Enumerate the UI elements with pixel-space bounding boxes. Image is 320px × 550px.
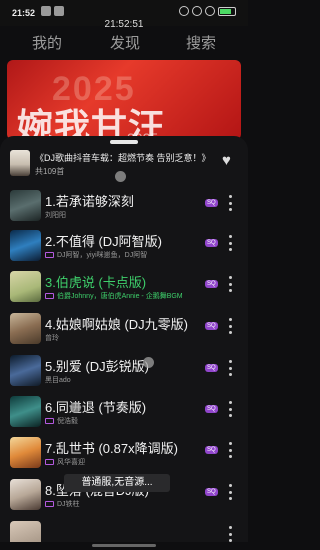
song-row-playing[interactable]: 3.伯虎说 (卡点版) 伯爵Johnny，唐伯虎Annie - 企鹅舞BGM S… <box>0 265 248 305</box>
more-icon[interactable] <box>228 318 232 334</box>
song-title: 6.同进退 (节奏版) <box>45 400 147 415</box>
song-artist: 伯爵Johnny，唐伯虎Annie - 企鹅舞BGM <box>45 291 183 301</box>
song-artist: 曾玲 <box>45 335 59 342</box>
more-icon[interactable] <box>228 401 232 417</box>
song-artist: DJ阿智，yiyi咪崽鱼，DJ阿智 <box>45 250 147 260</box>
song-artist: 刘阳阳 <box>45 212 66 219</box>
quality-badge: SQ <box>205 446 218 454</box>
song-cover <box>10 437 41 468</box>
mv-tag-icon <box>45 501 54 507</box>
wifi-icon <box>205 6 215 16</box>
song-cover <box>10 396 41 427</box>
song-artist: DJ铁柱 <box>45 499 80 509</box>
quality-badge: SQ <box>205 405 218 413</box>
more-icon[interactable] <box>228 235 232 251</box>
more-icon[interactable] <box>228 442 232 458</box>
toast-message: 普通服,无音源... <box>64 474 170 492</box>
more-icon[interactable] <box>228 526 232 542</box>
quality-badge: SQ <box>205 364 218 372</box>
signal-icon <box>192 6 202 16</box>
top-tabs: 我的 发现 搜索 <box>0 32 248 54</box>
home-indicator[interactable] <box>92 544 156 547</box>
notification-icon <box>41 6 51 16</box>
more-icon[interactable] <box>228 360 232 376</box>
tab-discover[interactable]: 发现 <box>110 32 140 53</box>
banner-image[interactable]: 2025 婉我甘汪 2025 <box>7 60 241 140</box>
playlist-title: 《DJ歌曲抖音车载：超燃节奏 告别乏意！》 <box>35 153 211 163</box>
quality-badge: SQ <box>205 199 218 207</box>
song-cover <box>10 190 41 221</box>
more-icon[interactable] <box>228 276 232 292</box>
playlist-cover <box>10 150 30 176</box>
song-artist: 黑目ado <box>45 377 71 384</box>
song-row[interactable]: 5.别爱 (DJ彭锐版) 黑目ado SQ <box>0 349 248 389</box>
song-cover <box>10 230 41 261</box>
touch-indicator <box>115 171 126 182</box>
status-bar: 21:52 21:52:51 <box>0 0 248 30</box>
tab-search[interactable]: 搜索 <box>186 32 216 53</box>
song-row[interactable]: 1.若承诺够深刻 刘阳阳 SQ <box>0 184 248 224</box>
alarm-icon <box>179 6 189 16</box>
sheet-drag-handle[interactable] <box>110 140 138 144</box>
tab-mine[interactable]: 我的 <box>32 32 62 53</box>
song-title: 4.姑娘啊姑娘 (DJ九零版) <box>45 317 189 332</box>
song-artist: 倪浩毅 <box>45 416 78 426</box>
quality-badge: SQ <box>205 322 218 330</box>
touch-indicator <box>70 402 81 413</box>
song-cover <box>10 271 41 302</box>
song-title: 5.别爱 (DJ彭锐版) <box>45 359 150 374</box>
playlist-count: 共109首 <box>35 167 65 176</box>
gesture-bar <box>0 542 248 550</box>
song-title: 2.不值得 (DJ阿智版) <box>45 234 163 249</box>
touch-indicator <box>143 357 154 368</box>
song-cover <box>10 479 41 510</box>
song-title: 1.若承诺够深刻 <box>45 194 134 209</box>
song-cover <box>10 355 41 386</box>
mv-tag-icon <box>45 418 54 424</box>
song-row[interactable]: 6.同进退 (节奏版) 倪浩毅 SQ <box>0 390 248 430</box>
status-right-icons <box>179 6 236 16</box>
mv-tag-icon <box>45 252 54 258</box>
song-cover <box>10 313 41 344</box>
status-time: 21:52 <box>12 8 36 18</box>
battery-icon <box>218 6 236 16</box>
song-artist: 风华喜迎 <box>45 457 85 467</box>
song-row[interactable]: 7.乱世书 (0.87x降调版) 风华喜迎 SQ <box>0 431 248 471</box>
quality-badge: SQ <box>205 280 218 288</box>
song-title: 3.伯虎说 (卡点版) <box>45 275 147 290</box>
app-icon <box>54 6 64 16</box>
song-row[interactable]: 4.姑娘啊姑娘 (DJ九零版) 曾玲 SQ <box>0 307 248 347</box>
more-icon[interactable] <box>228 195 232 211</box>
song-title: 7.乱世书 (0.87x降调版) <box>45 441 178 456</box>
status-left-icons <box>41 6 64 16</box>
mv-tag-icon <box>45 293 54 299</box>
heart-icon[interactable]: ♥ <box>222 153 236 168</box>
more-icon[interactable] <box>228 484 232 500</box>
quality-badge: SQ <box>205 239 218 247</box>
mv-tag-icon <box>45 459 54 465</box>
song-row[interactable]: 2.不值得 (DJ阿智版) DJ阿智，yiyi咪崽鱼，DJ阿智 SQ <box>0 224 248 264</box>
clock-time: 21:52:51 <box>104 19 144 30</box>
quality-badge: SQ <box>205 488 218 496</box>
